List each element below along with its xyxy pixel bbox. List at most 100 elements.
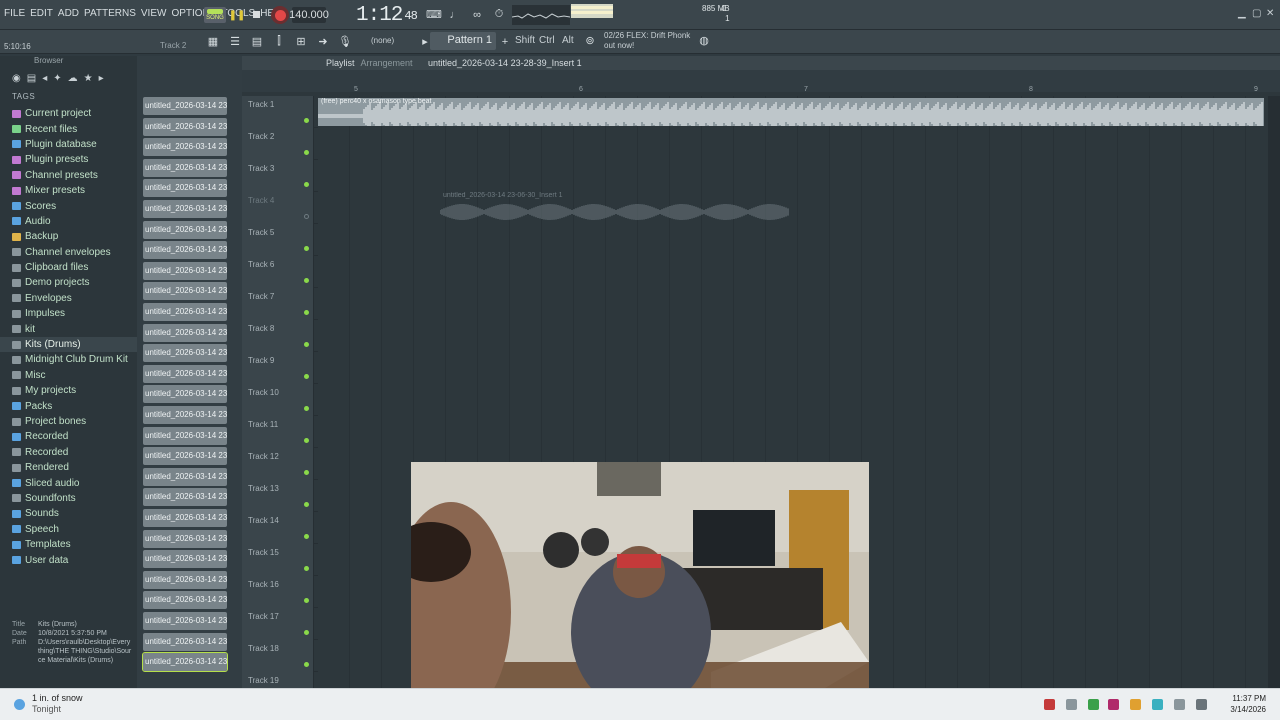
browser-options-icon[interactable]: ◉ — [12, 73, 21, 84]
menu-add[interactable]: ADD — [58, 8, 79, 19]
browser-item[interactable]: Sliced audio — [0, 475, 137, 490]
browser-item[interactable]: Channel presets — [0, 168, 137, 183]
browser-item[interactable]: Midnight Club Drum Kit — [0, 352, 137, 367]
pause-button[interactable]: ❚❚ — [229, 7, 246, 23]
minimize-icon[interactable]: ▁ — [1238, 8, 1246, 19]
pattern-select[interactable]: (none) — [371, 36, 394, 45]
clip-source-button[interactable]: untitled_2026-03-14 23-... — [143, 261, 227, 280]
clip-source-button[interactable]: untitled_2026-03-14 23-... — [143, 632, 227, 651]
clip-source-button[interactable]: untitled_2026-03-14 23-... — [143, 385, 227, 404]
track-lane[interactable]: (free) perc40 x osamason type beat — [318, 96, 1268, 128]
clip-source-button[interactable]: untitled_2026-03-14 23-... — [143, 467, 227, 486]
clip-source-button[interactable]: untitled_2026-03-14 23-... — [143, 241, 227, 260]
clip-source-button[interactable]: untitled_2026-03-14 23-... — [143, 323, 227, 342]
track-lane[interactable] — [318, 384, 1268, 416]
caret-icon[interactable]: ▸ — [99, 73, 104, 84]
clip-source-button[interactable]: untitled_2026-03-14 23-... — [143, 344, 227, 363]
clip-source-button[interactable]: untitled_2026-03-14 23-... — [143, 364, 227, 383]
browser-item[interactable]: Soundfonts — [0, 491, 137, 506]
clip-source-button[interactable]: untitled_2026-03-14 23-... — [142, 652, 228, 673]
audio-clip-muted[interactable]: untitled_2026-03-14 23-06-30_Insert 1 — [440, 192, 790, 224]
clip-source-button[interactable]: untitled_2026-03-14 23-... — [143, 303, 227, 321]
browser-item[interactable]: Rendered — [0, 460, 137, 475]
browser-item[interactable]: Recent files — [0, 121, 137, 136]
clip-source-button[interactable]: untitled_2026-03-14 23-... — [143, 179, 227, 198]
menu-file[interactable]: FILE — [4, 8, 25, 19]
clip-source-button[interactable]: untitled_2026-03-14 23-... — [143, 282, 227, 301]
usb-icon[interactable] — [1066, 699, 1077, 710]
track-header[interactable]: Track 11 — [242, 416, 314, 448]
browser-item[interactable]: Plugin presets — [0, 152, 137, 167]
clip-source-button[interactable]: untitled_2026-03-14 23-... — [143, 591, 227, 610]
close-icon[interactable]: ✕ — [1266, 8, 1274, 19]
track-header[interactable]: Track 6 — [242, 256, 314, 288]
track-header[interactable]: Track 8 — [242, 320, 314, 352]
track-header[interactable]: Track 13 — [242, 480, 314, 512]
track-lane[interactable] — [318, 224, 1268, 256]
browser-item[interactable]: Mixer presets — [0, 183, 137, 198]
taskbar-clock[interactable]: 11:37 PM 3/14/2026 — [1230, 693, 1266, 715]
nvidia-icon[interactable] — [1088, 699, 1099, 710]
clip-source-button[interactable]: untitled_2026-03-14 23-... — [143, 550, 227, 569]
add-pattern-icon[interactable]: + — [497, 35, 513, 48]
news-ticker[interactable]: 02/26 FLEX: Drift Phonk out now! — [604, 31, 690, 51]
online-icon[interactable]: ◍ — [696, 34, 712, 47]
clip-source-button[interactable]: untitled_2026-03-14 23-... — [143, 97, 227, 115]
browser-item[interactable]: Recorded — [0, 429, 137, 444]
track-lane[interactable] — [318, 160, 1268, 192]
maximize-icon[interactable]: ▢ — [1252, 8, 1261, 19]
playlist-view-icon[interactable]: ▦ — [205, 35, 221, 48]
speaker-icon[interactable]: ◂ — [42, 73, 47, 84]
mixer-icon[interactable]: ⫿ — [271, 35, 287, 48]
browser-item[interactable]: Misc — [0, 368, 137, 383]
menu-patterns[interactable]: PATTERNS — [84, 8, 136, 19]
track-lane[interactable] — [318, 416, 1268, 448]
track-header[interactable]: Track 16 — [242, 576, 314, 608]
cloud-tray-icon[interactable] — [1152, 699, 1163, 710]
track-lane[interactable] — [318, 288, 1268, 320]
menu-view[interactable]: VIEW — [141, 8, 167, 19]
track-mute-led[interactable] — [304, 118, 309, 123]
browser-item[interactable]: Sounds — [0, 506, 137, 521]
weather-icon[interactable] — [14, 699, 25, 710]
piano-roll-icon[interactable]: ☰ — [227, 35, 243, 48]
browser-item[interactable]: Recorded — [0, 445, 137, 460]
clip-source-button[interactable]: untitled_2026-03-14 23-... — [143, 138, 227, 157]
track-header[interactable]: Track 18 — [242, 640, 314, 672]
track-lane[interactable] — [318, 256, 1268, 288]
track-mute-led[interactable] — [304, 406, 309, 411]
microphone-icon[interactable]: 🎙 — [337, 35, 353, 48]
track-header[interactable]: Track 3 — [242, 160, 314, 192]
browser-item[interactable]: Kits (Drums) — [0, 336, 137, 353]
app-tray-icon[interactable] — [1108, 699, 1119, 710]
record-button[interactable] — [271, 6, 289, 24]
clip-source-button[interactable]: untitled_2026-03-14 23-... — [143, 406, 227, 424]
track-mute-led[interactable] — [304, 438, 309, 443]
track-header[interactable]: Track 2 — [242, 128, 314, 160]
clip-source-button[interactable]: untitled_2026-03-14 23-... — [143, 612, 227, 630]
track-mute-led[interactable] — [304, 310, 309, 315]
browser-item[interactable]: User data — [0, 552, 137, 567]
clip-source-button[interactable]: untitled_2026-03-14 23-... — [143, 426, 227, 445]
track-lane[interactable] — [318, 320, 1268, 352]
browser-item[interactable]: Speech — [0, 522, 137, 537]
plugin-icon[interactable]: ✦ — [53, 73, 61, 84]
mic-tray-icon[interactable] — [1174, 699, 1185, 710]
news-icon[interactable]: ⊚ — [582, 34, 598, 47]
browser-item[interactable]: My projects — [0, 383, 137, 398]
arrow-right-icon[interactable]: ➜ — [315, 35, 331, 48]
clip-source-button[interactable]: untitled_2026-03-14 23-... — [143, 570, 227, 589]
menu-edit[interactable]: EDIT — [30, 8, 53, 19]
clip-source-button[interactable]: untitled_2026-03-14 23-... — [143, 158, 227, 177]
clip-source-button[interactable]: untitled_2026-03-14 23-... — [143, 200, 227, 218]
loop-record-icon[interactable]: ∞ — [469, 8, 485, 21]
track-mute-led[interactable] — [304, 214, 309, 219]
tempo-display[interactable]: 140.000 — [289, 7, 329, 23]
track-mute-led[interactable] — [304, 566, 309, 571]
browser-item[interactable]: Audio — [0, 214, 137, 229]
track-mute-led[interactable] — [304, 342, 309, 347]
browser-item[interactable]: Channel envelopes — [0, 245, 137, 260]
track-lane[interactable] — [318, 128, 1268, 160]
track-header[interactable]: Track 12 — [242, 448, 314, 480]
chrome-icon[interactable] — [1130, 699, 1141, 710]
